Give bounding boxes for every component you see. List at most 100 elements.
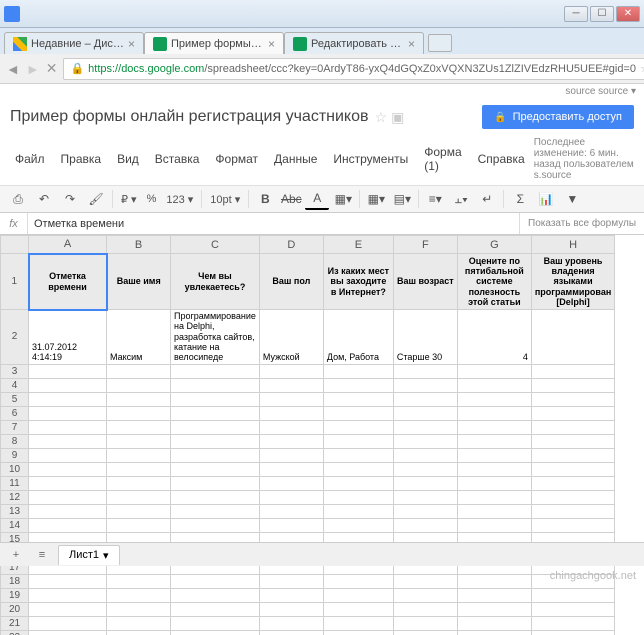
cell-A20[interactable] — [29, 602, 107, 616]
cell-F2[interactable]: Старше 30 — [393, 310, 457, 365]
cell-D9[interactable] — [259, 448, 323, 462]
source-link[interactable]: source source ▾ — [0, 84, 644, 99]
row-header-10[interactable]: 10 — [1, 462, 29, 476]
cell-H3[interactable] — [531, 364, 614, 378]
cell-H11[interactable] — [531, 476, 614, 490]
strike-button[interactable]: Abc — [279, 188, 303, 210]
percent-button[interactable]: % — [143, 193, 161, 205]
row-header-7[interactable]: 7 — [1, 420, 29, 434]
menu-вид[interactable]: Вид — [110, 149, 146, 169]
share-button[interactable]: Предоставить доступ — [482, 105, 634, 129]
cell-G11[interactable] — [457, 476, 531, 490]
cell-F12[interactable] — [393, 490, 457, 504]
menu-вставка[interactable]: Вставка — [148, 149, 207, 169]
cell-D22[interactable] — [259, 630, 323, 635]
row-header-5[interactable]: 5 — [1, 392, 29, 406]
cell-A14[interactable] — [29, 518, 107, 532]
cell-G9[interactable] — [457, 448, 531, 462]
new-tab-button[interactable] — [428, 34, 452, 52]
cell-A2[interactable]: 31.07.2012 4:14:19 — [29, 310, 107, 365]
wrap-button[interactable]: ↵ — [475, 188, 499, 210]
cell-B8[interactable] — [107, 434, 171, 448]
cell-E11[interactable] — [323, 476, 393, 490]
cell-D10[interactable] — [259, 462, 323, 476]
cell-E1[interactable]: Из каких мест вы заходите в Интернет? — [323, 254, 393, 310]
cell-H19[interactable] — [531, 588, 614, 602]
cell-F22[interactable] — [393, 630, 457, 635]
cell-C14[interactable] — [171, 518, 260, 532]
url-input[interactable]: 🔒 https://docs.google.com/spreadsheet/cc… — [63, 58, 644, 80]
cell-B21[interactable] — [107, 616, 171, 630]
cell-C1[interactable]: Чем вы увлекаетесь? — [171, 254, 260, 310]
functions-button[interactable]: Σ — [508, 188, 532, 210]
cell-G10[interactable] — [457, 462, 531, 476]
cell-A7[interactable] — [29, 420, 107, 434]
col-header-E[interactable]: E — [323, 236, 393, 254]
cell-B13[interactable] — [107, 504, 171, 518]
cell-G18[interactable] — [457, 574, 531, 588]
font-size-select[interactable]: 10pt ▾ — [206, 193, 244, 206]
filter-button[interactable]: ▼ — [560, 188, 584, 210]
cell-A12[interactable] — [29, 490, 107, 504]
cell-G14[interactable] — [457, 518, 531, 532]
cell-H5[interactable] — [531, 392, 614, 406]
cell-C4[interactable] — [171, 378, 260, 392]
cell-C22[interactable] — [171, 630, 260, 635]
cell-G4[interactable] — [457, 378, 531, 392]
cell-D13[interactable] — [259, 504, 323, 518]
folder-icon[interactable]: ▣ — [391, 109, 404, 126]
cell-H4[interactable] — [531, 378, 614, 392]
valign-button[interactable]: ⫠▾ — [449, 188, 473, 210]
cell-C5[interactable] — [171, 392, 260, 406]
cell-D20[interactable] — [259, 602, 323, 616]
cell-F13[interactable] — [393, 504, 457, 518]
cell-E9[interactable] — [323, 448, 393, 462]
cell-C10[interactable] — [171, 462, 260, 476]
cell-E21[interactable] — [323, 616, 393, 630]
cell-C8[interactable] — [171, 434, 260, 448]
cell-H12[interactable] — [531, 490, 614, 504]
fill-color-button[interactable]: ▦▾ — [331, 188, 355, 210]
cell-G7[interactable] — [457, 420, 531, 434]
col-header-G[interactable]: G — [457, 236, 531, 254]
all-sheets-button[interactable]: ≡ — [32, 546, 52, 564]
cell-B12[interactable] — [107, 490, 171, 504]
paint-format-button[interactable]: 🖌 — [84, 188, 108, 210]
cell-A18[interactable] — [29, 574, 107, 588]
menu-файл[interactable]: Файл — [8, 149, 52, 169]
bookmark-icon[interactable]: ☆ — [640, 62, 644, 75]
browser-tab-1[interactable]: Пример формы онлайн реги × — [144, 32, 284, 54]
cell-G20[interactable] — [457, 602, 531, 616]
cell-E10[interactable] — [323, 462, 393, 476]
cell-D6[interactable] — [259, 406, 323, 420]
sheet-tab[interactable]: Лист1 ▾ — [58, 545, 120, 565]
col-header-F[interactable]: F — [393, 236, 457, 254]
cell-F19[interactable] — [393, 588, 457, 602]
row-header-2[interactable]: 2 — [1, 310, 29, 365]
cell-B20[interactable] — [107, 602, 171, 616]
cell-C18[interactable] — [171, 574, 260, 588]
add-sheet-button[interactable]: + — [6, 546, 26, 564]
close-icon[interactable]: × — [408, 37, 415, 51]
cell-A6[interactable] — [29, 406, 107, 420]
cell-D7[interactable] — [259, 420, 323, 434]
cell-H21[interactable] — [531, 616, 614, 630]
cell-B18[interactable] — [107, 574, 171, 588]
cell-F18[interactable] — [393, 574, 457, 588]
cell-A4[interactable] — [29, 378, 107, 392]
cell-F9[interactable] — [393, 448, 457, 462]
cell-E6[interactable] — [323, 406, 393, 420]
menu-форма (1)[interactable]: Форма (1) — [417, 142, 468, 176]
menu-инструменты[interactable]: Инструменты — [326, 149, 415, 169]
close-icon[interactable]: × — [268, 37, 275, 51]
cell-H7[interactable] — [531, 420, 614, 434]
cell-B10[interactable] — [107, 462, 171, 476]
formula-input[interactable]: Отметка времени — [28, 218, 519, 230]
reload-button[interactable]: ✕ — [46, 61, 58, 77]
undo-button[interactable]: ↶ — [32, 188, 56, 210]
cell-B22[interactable] — [107, 630, 171, 635]
currency-button[interactable]: ₽ ▾ — [117, 193, 141, 206]
row-header-12[interactable]: 12 — [1, 490, 29, 504]
merge-button[interactable]: ▤▾ — [390, 188, 414, 210]
menu-правка[interactable]: Правка — [54, 149, 109, 169]
